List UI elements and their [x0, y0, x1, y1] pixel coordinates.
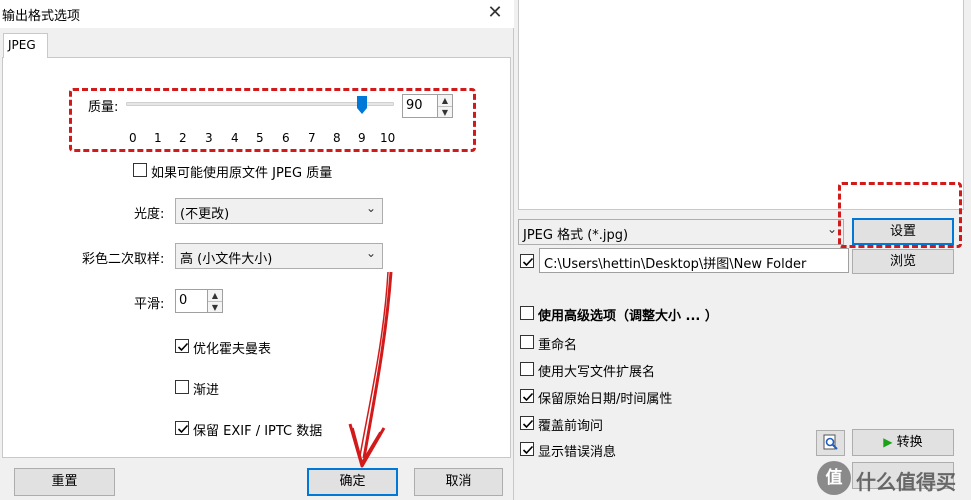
quality-slider-thumb[interactable] — [357, 96, 367, 114]
advanced-options-label: 使用高级选项（调整大小 ... ） — [538, 309, 718, 324]
keep-date-time-checkbox[interactable] — [520, 389, 534, 403]
spin-up-icon[interactable]: ▲ — [208, 290, 222, 301]
quality-spin-arrows[interactable]: ▲ ▼ — [437, 94, 453, 118]
quality-label: 质量: — [88, 100, 119, 115]
tick-label: 1 — [154, 131, 162, 145]
tick-label: 10 — [380, 131, 396, 145]
watermark-text: 什么值得买 — [856, 470, 956, 494]
keep-exif-checkbox[interactable] — [175, 421, 189, 435]
checkmark-icon — [177, 342, 189, 352]
ask-before-overwrite-checkbox[interactable] — [520, 416, 534, 430]
optimize-huffman-checkbox[interactable] — [175, 339, 189, 353]
tab-jpeg[interactable]: JPEG — [3, 33, 48, 58]
tick-label: 7 — [308, 131, 316, 145]
show-errors-label: 显示错误消息 — [538, 445, 617, 460]
convert-button[interactable]: ▶ 转换 — [852, 429, 954, 456]
checkmark-icon — [522, 392, 534, 402]
output-format-value: JPEG 格式 (*.jpg) — [523, 228, 629, 243]
tick-label: 0 — [129, 131, 137, 145]
magnifier-icon — [823, 434, 838, 450]
smoothing-stepper[interactable]: 0 ▲ ▼ — [175, 289, 223, 313]
watermark-logo: 值 — [817, 461, 851, 495]
cancel-button[interactable]: 取消 — [414, 468, 503, 496]
chevron-down-icon: ⌄ — [365, 201, 376, 215]
output-format-dialog: 输出格式选项 ✕ JPEG 质量: 90 ▲ ▼ 0 1 2 3 4 5 6 7… — [0, 0, 514, 500]
optimize-huffman-label: 优化霍夫曼表 — [193, 342, 272, 357]
tick-label: 3 — [205, 131, 213, 145]
dialog-title: 输出格式选项 — [2, 9, 81, 24]
ask-before-overwrite-label: 覆盖前询问 — [538, 419, 604, 434]
chevron-down-icon: ⌄ — [826, 222, 837, 236]
smoothing-spin-arrows[interactable]: ▲ ▼ — [207, 289, 223, 313]
show-errors-checkbox[interactable] — [520, 442, 534, 456]
progressive-checkbox[interactable] — [175, 380, 189, 394]
tick-label: 5 — [256, 131, 264, 145]
chroma-subsampling-label: 彩色二次取样: — [82, 252, 165, 267]
quality-value[interactable]: 90 — [406, 98, 423, 113]
luminance-select[interactable]: (不更改) ⌄ — [175, 198, 383, 224]
keep-exif-label: 保留 EXIF / IPTC 数据 — [193, 424, 323, 439]
chevron-down-icon: ⌄ — [365, 246, 376, 260]
chroma-subsampling-value: 高 (小文件大小) — [180, 252, 273, 267]
use-original-quality-label: 如果可能使用原文件 JPEG 质量 — [151, 166, 333, 181]
checkmark-icon — [522, 419, 534, 429]
quality-slider-track[interactable] — [126, 102, 394, 106]
rename-label: 重命名 — [538, 338, 578, 353]
spin-down-icon[interactable]: ▼ — [438, 106, 452, 117]
output-format-select[interactable]: JPEG 格式 (*.jpg) ⌄ — [518, 219, 844, 245]
file-list-area[interactable] — [518, 0, 964, 210]
keep-date-time-label: 保留原始日期/时间属性 — [538, 392, 673, 407]
checkmark-icon — [522, 445, 534, 455]
uppercase-extension-checkbox[interactable] — [520, 362, 534, 376]
play-icon: ▶ — [883, 435, 893, 449]
convert-label: 转换 — [896, 435, 923, 450]
preview-button[interactable] — [816, 430, 845, 456]
close-icon[interactable]: ✕ — [484, 2, 506, 24]
advanced-options-checkbox[interactable] — [520, 306, 534, 320]
luminance-value: (不更改) — [180, 207, 230, 222]
tick-label: 2 — [179, 131, 187, 145]
output-path-value[interactable]: C:\Users\hettin\Desktop\拼图\New Folder — [544, 253, 806, 272]
dialog-titlebar: 输出格式选项 ✕ — [0, 0, 514, 28]
checkmark-icon — [522, 257, 534, 267]
use-original-quality-checkbox[interactable] — [133, 163, 147, 177]
settings-button[interactable]: 设置 — [852, 218, 954, 245]
uppercase-extension-label: 使用大写文件扩展名 — [538, 365, 656, 380]
reset-button[interactable]: 重置 — [14, 468, 115, 496]
checkmark-icon — [177, 424, 189, 434]
progressive-label: 渐进 — [193, 383, 220, 398]
tick-label: 4 — [231, 131, 239, 145]
chroma-subsampling-select[interactable]: 高 (小文件大小) ⌄ — [175, 243, 383, 269]
smoothing-value[interactable]: 0 — [179, 293, 187, 308]
tick-label: 9 — [358, 131, 366, 145]
rename-checkbox[interactable] — [520, 335, 534, 349]
tick-label: 6 — [282, 131, 290, 145]
ok-button[interactable]: 确定 — [307, 468, 398, 496]
watermark-logo-glyph: 值 — [825, 468, 843, 488]
tick-label: 8 — [333, 131, 341, 145]
output-path-field[interactable]: C:\Users\hettin\Desktop\拼图\New Folder — [539, 248, 849, 273]
luminance-label: 光度: — [134, 207, 165, 222]
output-folder-checkbox[interactable] — [520, 254, 534, 268]
quality-stepper[interactable]: 90 ▲ ▼ — [402, 94, 453, 118]
spin-up-icon[interactable]: ▲ — [438, 95, 452, 106]
spin-down-icon[interactable]: ▼ — [208, 301, 222, 312]
browse-button[interactable]: 浏览 — [852, 249, 954, 274]
smoothing-label: 平滑: — [134, 297, 165, 312]
